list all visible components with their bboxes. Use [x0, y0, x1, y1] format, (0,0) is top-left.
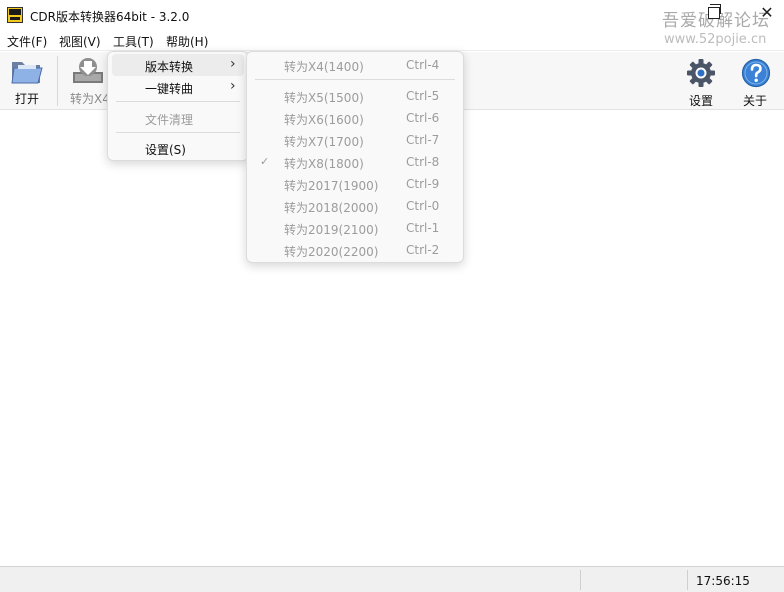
menu-item-label: 转为X4(1400) [284, 60, 364, 74]
menu-item-to-2018[interactable]: 转为2018(2000) Ctrl-0 [251, 195, 459, 217]
status-time: 17:56:15 [696, 574, 750, 588]
menu-file[interactable]: 文件(F) [7, 33, 47, 50]
menu-item-label: 文件清理 [145, 113, 194, 127]
menu-item-one-click-curve[interactable]: 一键转曲 › [112, 76, 244, 98]
menu-item-label: 一键转曲 [145, 82, 194, 96]
menu-item-shortcut: Ctrl-8 [406, 155, 440, 169]
status-bar: 17:56:15 [0, 566, 784, 592]
menu-item-label: 转为2017(1900) [284, 179, 379, 193]
window-title: CDR版本转换器64bit - 3.2.0 [30, 10, 190, 24]
menu-item-label: 转为X7(1700) [284, 135, 364, 149]
chevron-right-icon: › [230, 56, 236, 72]
menu-item-label: 转为X6(1600) [284, 113, 364, 127]
convert-button[interactable]: 转为X4 [64, 54, 112, 108]
menu-view[interactable]: 视图(V) [59, 33, 101, 50]
menu-item-label: 版本转换 [145, 60, 194, 74]
menu-item-to-x8[interactable]: ✓ 转为X8(1800) Ctrl-8 [251, 151, 459, 173]
status-divider [580, 570, 581, 590]
menu-item-shortcut: Ctrl-7 [406, 133, 440, 147]
status-divider [687, 570, 688, 590]
download-tray-icon [73, 58, 103, 83]
menu-item-shortcut: Ctrl-9 [406, 177, 440, 191]
chevron-right-icon: › [230, 78, 236, 94]
menu-separator [116, 132, 240, 133]
menu-item-shortcut: Ctrl-4 [406, 58, 440, 72]
menu-item-to-2017[interactable]: 转为2017(1900) Ctrl-9 [251, 173, 459, 195]
title-bar: CDR版本转换器64bit - 3.2.0 吾爱破解论坛 ✕ [0, 0, 784, 31]
menu-item-shortcut: Ctrl-2 [406, 243, 440, 257]
about-button[interactable]: 关于 [734, 54, 778, 108]
menu-item-file-cleanup[interactable]: 文件清理 [112, 107, 244, 129]
menu-item-to-2019[interactable]: 转为2019(2100) Ctrl-1 [251, 217, 459, 239]
menu-item-to-x4[interactable]: 转为X4(1400) Ctrl-4 [251, 54, 459, 76]
menu-help[interactable]: 帮助(H) [166, 33, 208, 50]
about-label: 关于 [743, 94, 768, 108]
menu-item-label: 设置(S) [145, 143, 186, 157]
maximize-button[interactable] [708, 4, 721, 19]
menu-item-version-convert[interactable]: 版本转换 › [112, 54, 244, 76]
gear-icon [687, 59, 715, 87]
menu-item-to-x5[interactable]: 转为X5(1500) Ctrl-5 [251, 85, 459, 107]
menu-item-shortcut: Ctrl-5 [406, 89, 440, 103]
tools-menu: 版本转换 › 一键转曲 › 文件清理 设置(S) [107, 51, 249, 161]
menu-separator [116, 101, 240, 102]
app-icon [7, 7, 23, 23]
menu-item-label: 转为X8(1800) [284, 157, 364, 171]
folder-open-icon [11, 62, 43, 84]
toolbar-separator [57, 56, 58, 106]
menu-item-shortcut: Ctrl-0 [406, 199, 440, 213]
settings-label: 设置 [689, 94, 714, 108]
menu-item-to-2020[interactable]: 转为2020(2200) Ctrl-2 [251, 239, 459, 261]
menu-item-shortcut: Ctrl-1 [406, 221, 440, 235]
menu-item-label: 转为2020(2200) [284, 245, 379, 259]
checkmark-icon: ✓ [260, 155, 270, 168]
version-submenu: 转为X4(1400) Ctrl-4 转为X5(1500) Ctrl-5 转为X6… [246, 51, 464, 263]
menu-item-label: 转为X5(1500) [284, 91, 364, 105]
menu-separator [255, 79, 455, 80]
menu-item-label: 转为2018(2000) [284, 201, 379, 215]
menu-item-settings[interactable]: 设置(S) [112, 137, 244, 159]
menu-item-shortcut: Ctrl-6 [406, 111, 440, 125]
close-button[interactable]: ✕ [756, 2, 778, 24]
open-button[interactable]: 打开 [4, 54, 50, 108]
settings-button[interactable]: 设置 [680, 54, 724, 108]
menu-item-label: 转为2019(2100) [284, 223, 379, 237]
menu-item-to-x7[interactable]: 转为X7(1700) Ctrl-7 [251, 129, 459, 151]
watermark-url: www.52pojie.cn [664, 32, 767, 47]
menu-tools[interactable]: 工具(T) [113, 33, 154, 50]
convert-label: 转为X4 [70, 92, 110, 106]
open-label: 打开 [15, 92, 40, 106]
help-circle-icon [741, 58, 771, 88]
menu-item-to-x6[interactable]: 转为X6(1600) Ctrl-6 [251, 107, 459, 129]
